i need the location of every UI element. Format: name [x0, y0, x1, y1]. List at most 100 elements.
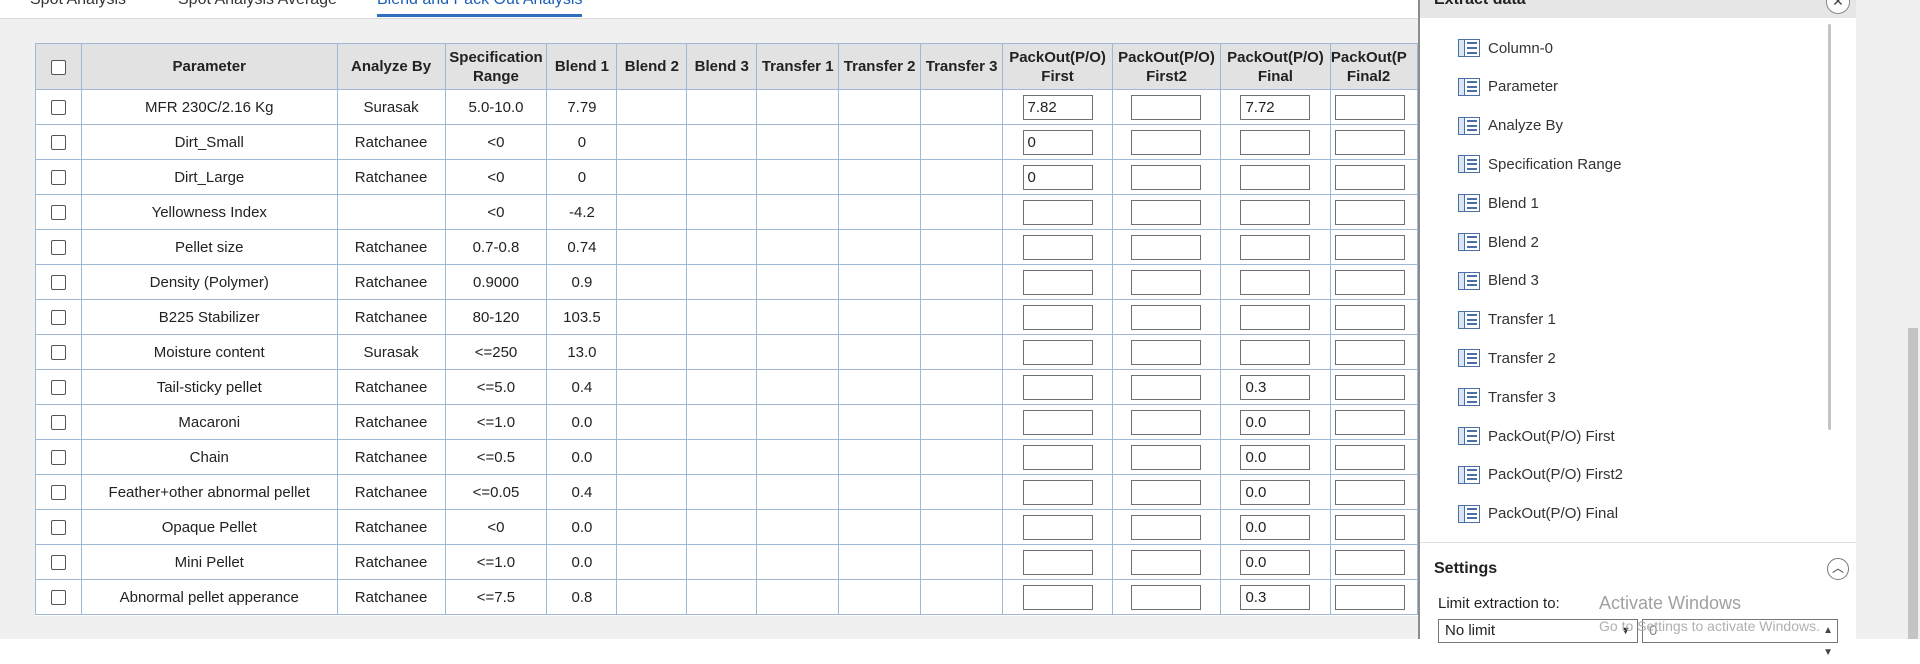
- tab-spot-analysis[interactable]: Spot Analysis: [30, 0, 126, 9]
- cell-packout-first-input[interactable]: [1022, 304, 1093, 330]
- field-list-item[interactable]: Blend 1: [1458, 191, 1539, 215]
- cell-packout-final2-input[interactable]: [1334, 269, 1405, 295]
- cell-packout-final-input[interactable]: 0.0: [1240, 514, 1311, 540]
- cell-packout-first-input[interactable]: [1022, 584, 1093, 610]
- row-checkbox[interactable]: [50, 135, 66, 151]
- cell-packout-final2-input[interactable]: [1334, 304, 1405, 330]
- cell-packout-first-input[interactable]: [1022, 479, 1093, 505]
- cell-packout-first-input[interactable]: [1022, 514, 1093, 540]
- col-header[interactable]: Blend 3: [686, 43, 758, 90]
- cell-packout-first2-input[interactable]: [1131, 94, 1202, 120]
- row-checkbox[interactable]: [50, 275, 66, 291]
- cell-packout-final-input[interactable]: [1240, 304, 1311, 330]
- col-header[interactable]: PackOut(P/O) Final: [1219, 43, 1331, 90]
- cell-packout-final2-input[interactable]: [1334, 584, 1405, 610]
- cell-packout-final2-input[interactable]: [1334, 409, 1405, 435]
- row-checkbox[interactable]: [50, 240, 66, 256]
- chevron-up-icon[interactable]: ︿: [1827, 558, 1849, 580]
- field-list-item[interactable]: Transfer 2: [1458, 346, 1556, 370]
- cell-packout-final-input[interactable]: 0.3: [1240, 584, 1311, 610]
- select-all-checkbox[interactable]: [50, 59, 66, 75]
- cell-packout-final-input[interactable]: 0.0: [1240, 444, 1311, 470]
- field-list-item[interactable]: Blend 3: [1458, 269, 1539, 293]
- cell-packout-final2-input[interactable]: [1334, 234, 1405, 260]
- cell-packout-final2-input[interactable]: [1334, 479, 1405, 505]
- col-header[interactable]: Parameter: [80, 43, 338, 90]
- col-header[interactable]: Transfer 3: [920, 43, 1004, 90]
- cell-packout-first2-input[interactable]: [1131, 304, 1202, 330]
- col-header[interactable]: PackOut(P Final2: [1329, 43, 1418, 90]
- cell-packout-first2-input[interactable]: [1131, 374, 1202, 400]
- row-checkbox[interactable]: [50, 590, 66, 606]
- cell-packout-final2-input[interactable]: [1334, 514, 1405, 540]
- cell-packout-final-input[interactable]: 0.0: [1240, 479, 1311, 505]
- row-checkbox[interactable]: [50, 415, 66, 431]
- row-checkbox[interactable]: [50, 380, 66, 396]
- cell-packout-first-input[interactable]: [1022, 409, 1093, 435]
- cell-packout-first-input[interactable]: [1022, 199, 1093, 225]
- cell-packout-final-input[interactable]: 0.0: [1240, 409, 1311, 435]
- cell-packout-first-input[interactable]: [1022, 234, 1093, 260]
- row-checkbox[interactable]: [50, 450, 66, 466]
- cell-packout-final2-input[interactable]: [1334, 94, 1405, 120]
- cell-packout-first-input[interactable]: 0: [1022, 164, 1093, 190]
- cell-packout-final-input[interactable]: [1240, 234, 1311, 260]
- field-list-item[interactable]: PackOut(P/O) Final: [1458, 502, 1618, 526]
- cell-packout-final-input[interactable]: [1240, 129, 1311, 155]
- cell-packout-final-input[interactable]: [1240, 164, 1311, 190]
- cell-packout-final2-input[interactable]: [1334, 129, 1405, 155]
- cell-packout-first2-input[interactable]: [1131, 549, 1202, 575]
- col-header[interactable]: Blend 2: [616, 43, 688, 90]
- cell-packout-final2-input[interactable]: [1334, 444, 1405, 470]
- cell-packout-final-input[interactable]: 7.72: [1240, 94, 1311, 120]
- cell-packout-final-input[interactable]: [1240, 269, 1311, 295]
- field-list-item[interactable]: Specification Range: [1458, 152, 1621, 176]
- cell-packout-final2-input[interactable]: [1334, 549, 1405, 575]
- field-list-item[interactable]: Column-0: [1458, 36, 1553, 60]
- cell-packout-final-input[interactable]: 0.0: [1240, 549, 1311, 575]
- col-header[interactable]: Blend 1: [546, 43, 618, 90]
- field-list-scrollbar[interactable]: [1828, 24, 1831, 430]
- field-list-item[interactable]: Analyze By: [1458, 114, 1563, 138]
- cell-packout-final2-input[interactable]: [1334, 199, 1405, 225]
- col-header[interactable]: Specification Range: [444, 43, 548, 90]
- row-checkbox[interactable]: [50, 170, 66, 186]
- row-checkbox[interactable]: [50, 310, 66, 326]
- cell-packout-first2-input[interactable]: [1131, 514, 1202, 540]
- cell-packout-first-input[interactable]: [1022, 339, 1093, 365]
- cell-packout-final-input[interactable]: [1240, 199, 1311, 225]
- row-checkbox[interactable]: [50, 100, 66, 116]
- field-list-item[interactable]: Transfer 3: [1458, 385, 1556, 409]
- field-list-item[interactable]: Parameter: [1458, 75, 1558, 99]
- cell-packout-final-input[interactable]: [1240, 339, 1311, 365]
- col-header[interactable]: Analyze By: [336, 43, 446, 90]
- cell-packout-first-input[interactable]: [1022, 444, 1093, 470]
- col-header[interactable]: PackOut(P/O) First: [1002, 43, 1114, 90]
- cell-packout-final2-input[interactable]: [1334, 164, 1405, 190]
- cell-packout-first2-input[interactable]: [1131, 269, 1202, 295]
- tab-blend-pack-out[interactable]: Blend and Pack Out Analysis: [377, 0, 582, 9]
- cell-packout-first2-input[interactable]: [1131, 234, 1202, 260]
- field-list-item[interactable]: PackOut(P/O) First: [1458, 424, 1615, 448]
- cell-packout-first2-input[interactable]: [1131, 444, 1202, 470]
- tab-spot-analysis-average[interactable]: Spot Analysis Average: [178, 0, 337, 9]
- row-checkbox[interactable]: [50, 555, 66, 571]
- cell-packout-first-input[interactable]: 0: [1022, 129, 1093, 155]
- cell-packout-final2-input[interactable]: [1334, 374, 1405, 400]
- cell-packout-final2-input[interactable]: [1334, 339, 1405, 365]
- row-checkbox[interactable]: [50, 205, 66, 221]
- close-icon[interactable]: ✕: [1826, 0, 1850, 14]
- field-list-item[interactable]: Blend 2: [1458, 230, 1539, 254]
- row-checkbox[interactable]: [50, 520, 66, 536]
- row-checkbox[interactable]: [50, 485, 66, 501]
- spinner-icon[interactable]: ▲ ▼: [1823, 620, 1833, 664]
- col-header[interactable]: Transfer 2: [838, 43, 922, 90]
- cell-packout-first2-input[interactable]: [1131, 409, 1202, 435]
- cell-packout-first-input[interactable]: [1022, 549, 1093, 575]
- cell-packout-first2-input[interactable]: [1131, 164, 1202, 190]
- page-scrollbar-thumb[interactable]: [1908, 328, 1918, 639]
- cell-packout-first2-input[interactable]: [1131, 584, 1202, 610]
- col-header[interactable]: PackOut(P/O) First2: [1112, 43, 1221, 90]
- cell-packout-first2-input[interactable]: [1131, 199, 1202, 225]
- col-header[interactable]: Transfer 1: [756, 43, 840, 90]
